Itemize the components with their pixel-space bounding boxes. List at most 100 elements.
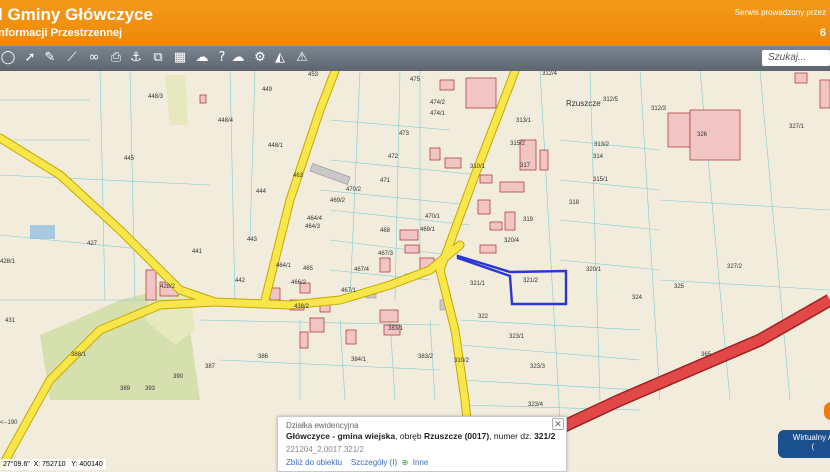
other-link[interactable]: Inne — [413, 458, 429, 467]
svg-text:441: 441 — [192, 249, 203, 255]
svg-text:324: 324 — [632, 295, 643, 301]
svg-text:475: 475 — [410, 77, 421, 83]
svg-text:320/1: 320/1 — [586, 267, 602, 273]
details-link[interactable]: Szczegóły (I) — [351, 458, 397, 467]
plus-icon[interactable]: ⊕ — [402, 458, 409, 467]
svg-text:312/3: 312/3 — [651, 106, 667, 112]
svg-text:469/2: 469/2 — [330, 198, 346, 204]
svg-text:327/1: 327/1 — [789, 124, 805, 130]
pointer-icon[interactable]: ➚ — [22, 50, 38, 66]
svg-text:320/4: 320/4 — [504, 238, 520, 244]
svg-text:319: 319 — [523, 217, 534, 223]
svg-text:467/1: 467/1 — [341, 288, 357, 294]
svg-text:326: 326 — [697, 132, 708, 138]
grid-icon[interactable]: ▦ — [172, 50, 188, 66]
svg-text:470/1: 470/1 — [425, 214, 441, 220]
svg-text:472: 472 — [388, 154, 399, 160]
popup-links: Zbliż do obiektu Szczegóły (I) ⊕ Inne — [286, 458, 428, 467]
measure-icon[interactable]: ⟋ — [64, 50, 80, 66]
virtual-button[interactable]: Wirtualny A ( — [778, 430, 830, 458]
search-input[interactable]: Szukaj... — [762, 50, 830, 66]
svg-text:323/4: 323/4 — [528, 402, 544, 408]
coord-x: X: 752710 — [33, 461, 66, 468]
header-number: 6 — [819, 27, 826, 39]
svg-text:474/2: 474/2 — [430, 100, 446, 106]
svg-text:448/1: 448/1 — [268, 143, 284, 149]
svg-text:471: 471 — [380, 178, 391, 184]
popup-gmina: Główczyce - gmina wiejska — [286, 431, 396, 441]
map-canvas[interactable]: 453 475 312/4 312/5 312/3 449 474/2 474/… — [0, 71, 830, 470]
water-pond — [30, 225, 55, 239]
popup-parcel-id: 221204_2.0017.321/2 — [286, 445, 364, 454]
popup-title: Działka ewidencyjna — [286, 421, 359, 430]
scale-label: <--190 — [0, 420, 18, 426]
popup-obreb-prefix: , obręb — [395, 431, 424, 441]
svg-text:448/3: 448/3 — [148, 94, 164, 100]
svg-text:428/2: 428/2 — [160, 284, 176, 290]
map-toolbar: ◯ ➚ ✎ ⟋ ∞ ⎙ ⚓ ⧉ ▦ ☁ ? ☁ ⚙ ◭ ⚠ Szukaj... — [0, 46, 830, 72]
svg-text:393: 393 — [145, 386, 156, 392]
settings-icon[interactable]: ⚙ — [252, 50, 268, 66]
svg-text:312/4: 312/4 — [542, 71, 558, 77]
svg-text:315/2: 315/2 — [510, 141, 526, 147]
svg-text:448/4: 448/4 — [218, 118, 234, 124]
help-icon[interactable]: ? — [214, 50, 230, 66]
coord-left: 27°09.6" — [3, 461, 30, 468]
app-header: l Gminy Główczyce nformacji Przestrzenne… — [0, 0, 830, 46]
link-icon[interactable]: ∞ — [86, 50, 102, 66]
svg-text:464/1: 464/1 — [276, 263, 292, 269]
svg-text:313/2: 313/2 — [594, 142, 610, 148]
coordinate-readout: 27°09.6" X: 752710 Y: 400140 — [0, 459, 106, 470]
anchor-icon[interactable]: ⚓ — [128, 50, 144, 66]
svg-text:310/2: 310/2 — [454, 358, 470, 364]
svg-text:314: 314 — [593, 154, 604, 160]
orange-marker[interactable] — [824, 402, 830, 420]
svg-text:468: 468 — [380, 228, 391, 234]
svg-text:325: 325 — [674, 284, 685, 290]
export-icon[interactable]: ⧉ — [150, 50, 166, 66]
svg-text:463: 463 — [293, 173, 304, 179]
svg-text:317: 317 — [520, 163, 531, 169]
svg-text:384/1: 384/1 — [351, 357, 367, 363]
svg-text:383/2: 383/2 — [418, 354, 434, 360]
svg-text:365: 365 — [701, 352, 712, 358]
svg-text:438/2: 438/2 — [294, 304, 310, 310]
svg-text:428/1: 428/1 — [0, 259, 16, 265]
svg-text:323/1: 323/1 — [509, 334, 525, 340]
svg-text:469/1: 469/1 — [420, 227, 436, 233]
close-icon[interactable]: ✕ — [552, 418, 564, 430]
svg-text:473: 473 — [399, 131, 410, 137]
svg-text:386: 386 — [258, 354, 269, 360]
upload-icon[interactable]: ☁ — [230, 50, 246, 66]
app-title: l Gminy Główczyce — [0, 5, 153, 24]
sign-icon[interactable]: ⚠ — [294, 50, 310, 66]
layers-icon[interactable]: ◭ — [272, 50, 288, 66]
svg-text:474/1: 474/1 — [430, 111, 446, 117]
svg-text:467/3: 467/3 — [378, 251, 394, 257]
parcel-info-popup: Działka ewidencyjna Główczyce - gmina wi… — [277, 416, 567, 472]
zoom-to-object-link[interactable]: Zbliż do obiektu — [286, 458, 342, 467]
green-area-3 — [165, 75, 188, 125]
svg-text:449: 449 — [262, 87, 273, 93]
svg-text:464/4: 464/4 — [307, 216, 323, 222]
svg-text:322: 322 — [478, 314, 489, 320]
service-provider-text: Serwis prowadzony przez — [734, 8, 826, 17]
svg-text:445: 445 — [124, 156, 135, 162]
popup-parcel-line: Główczyce - gmina wiejska, obręb Rzuszcz… — [286, 431, 555, 441]
print-icon[interactable]: ⎙ — [108, 50, 124, 66]
svg-text:321/2: 321/2 — [523, 278, 539, 284]
chat-icon[interactable]: ☁ — [194, 50, 210, 66]
svg-text:313/1: 313/1 — [516, 118, 532, 124]
svg-text:310/1: 310/1 — [470, 164, 486, 170]
pencil-icon[interactable]: ✎ — [42, 50, 58, 66]
svg-text:389: 389 — [120, 386, 131, 392]
svg-text:388/1: 388/1 — [71, 352, 87, 358]
svg-text:318: 318 — [569, 200, 580, 206]
svg-text:464/3: 464/3 — [305, 224, 321, 230]
map-view[interactable]: 453 475 312/4 312/5 312/3 449 474/2 474/… — [0, 71, 830, 470]
highlighted-parcel[interactable] — [456, 254, 568, 306]
svg-text:312/5: 312/5 — [603, 97, 619, 103]
globe-icon[interactable]: ◯ — [0, 50, 16, 66]
svg-text:315/1: 315/1 — [593, 177, 609, 183]
svg-text:387: 387 — [205, 364, 216, 370]
